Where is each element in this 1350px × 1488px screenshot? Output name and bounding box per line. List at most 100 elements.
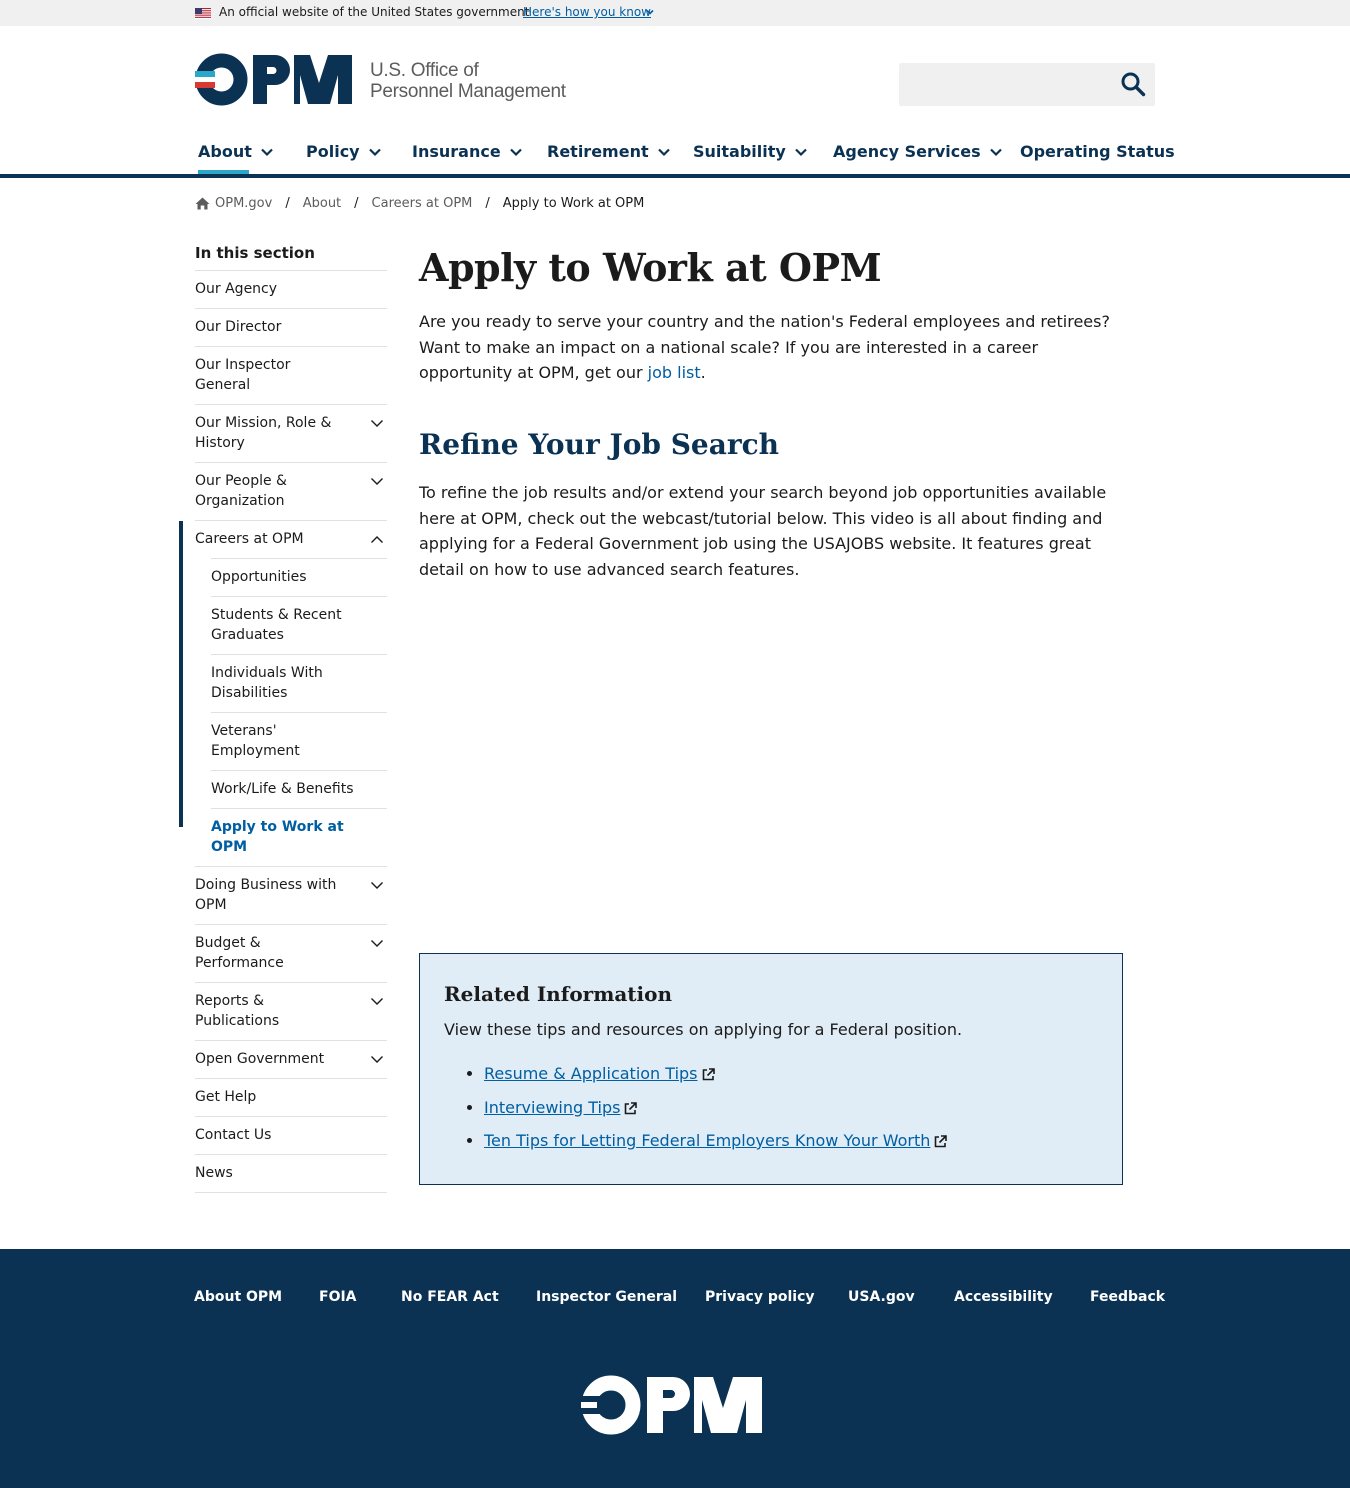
nav-policy[interactable]: Policy [306, 142, 382, 161]
nav-suitability[interactable]: Suitability [693, 142, 808, 161]
intro-paragraph: Are you ready to serve your country and … [419, 309, 1129, 386]
sidebar-subitem-disabilities[interactable]: Individuals With Disabilities [211, 654, 387, 712]
footer-link-no-fear[interactable]: No FEAR Act [401, 1289, 499, 1305]
chevron-down-icon [795, 148, 807, 156]
sidebar-item-contact[interactable]: Contact Us [195, 1116, 387, 1154]
official-site-text: An official website of the United States… [219, 5, 530, 19]
nav-agency-services[interactable]: Agency Services [833, 142, 1003, 161]
chevron-down-icon[interactable] [370, 1055, 384, 1064]
chevron-down-icon[interactable] [370, 939, 384, 948]
sidebar-item-inspector-general[interactable]: Our Inspector General [195, 346, 387, 404]
chevron-up-icon[interactable] [370, 535, 384, 544]
video-embed[interactable] [419, 600, 1123, 930]
search-button[interactable] [1118, 70, 1148, 100]
list-item: Interviewing Tips [484, 1098, 947, 1118]
chevron-down-icon[interactable] [645, 7, 655, 17]
how-you-know-link[interactable]: Here's how you know [523, 5, 651, 19]
sidebar-item-label: Our People & Organization [195, 473, 287, 509]
sidebar-item-people[interactable]: Our People & Organization [195, 462, 387, 520]
sidebar-subitem-students[interactable]: Students & Recent Graduates [211, 596, 387, 654]
footer-link-feedback[interactable]: Feedback [1090, 1289, 1165, 1305]
sidebar-item-news[interactable]: News [195, 1154, 387, 1192]
nav-label: Insurance [412, 142, 501, 161]
us-flag-icon [195, 8, 211, 19]
opm-footer-logo[interactable] [581, 1375, 763, 1435]
chevron-down-icon [657, 148, 670, 156]
external-link-icon [935, 1135, 948, 1148]
sidebar-subitem-apply[interactable]: Apply to Work at OPM [211, 808, 387, 866]
footer-link-accessibility[interactable]: Accessibility [954, 1289, 1053, 1305]
sidebar-item-label: Contact Us [195, 1127, 272, 1143]
sidebar-item-doing-business[interactable]: Doing Business with OPM [195, 866, 387, 924]
intro-text-end: . [700, 363, 706, 383]
chevron-down-icon [368, 148, 381, 156]
nav-label: About [198, 142, 252, 161]
breadcrumb-current: Apply to Work at OPM [502, 196, 645, 211]
sidebar-item-reports[interactable]: Reports & Publications [195, 982, 387, 1040]
sidebar-subitem-opportunities[interactable]: Opportunities [211, 558, 387, 596]
ten-tips-link[interactable]: Ten Tips for Letting Federal Employers K… [484, 1131, 930, 1150]
section-heading: Refine Your Job Search [419, 428, 780, 461]
sidebar-item-label: Reports & Publications [195, 993, 280, 1029]
sidebar-item-careers[interactable]: Careers at OPM [195, 520, 387, 558]
sidebar-item-label: Our Mission, Role & History [195, 415, 332, 451]
sidebar-item-label: Our Director [195, 319, 282, 335]
sidebar-item-label: Students & Recent Graduates [211, 607, 342, 643]
chevron-down-icon [989, 148, 1002, 156]
chevron-down-icon[interactable] [370, 881, 384, 890]
nav-about[interactable]: About [198, 142, 274, 161]
job-list-link[interactable]: job list [648, 363, 701, 382]
footer: About OPM FOIA No FEAR Act Inspector Gen… [0, 1249, 1350, 1488]
intro-text: Are you ready to serve your country and … [419, 312, 1110, 383]
chevron-down-icon[interactable] [370, 997, 384, 1006]
nav-operating-status[interactable]: Operating Status [1020, 142, 1175, 161]
sidebar-item-label: News [195, 1165, 233, 1181]
breadcrumb-separator: / [285, 196, 290, 211]
body-paragraph: To refine the job results and/or extend … [419, 483, 1107, 579]
chevron-down-icon[interactable] [370, 419, 384, 428]
related-title: Related Information [444, 982, 673, 1006]
nav-label: Policy [306, 142, 360, 161]
footer-link-inspector-general[interactable]: Inspector General [536, 1289, 677, 1305]
nav-insurance[interactable]: Insurance [412, 142, 523, 161]
chevron-down-icon [261, 148, 273, 156]
breadcrumb-separator: / [485, 196, 490, 211]
list-item: Resume & Application Tips [484, 1064, 947, 1084]
chevron-down-icon[interactable] [370, 477, 384, 486]
nav-retirement[interactable]: Retirement [547, 142, 671, 161]
nav-label: Operating Status [1020, 142, 1175, 161]
footer-link-privacy[interactable]: Privacy policy [705, 1289, 815, 1305]
footer-link-about[interactable]: About OPM [194, 1289, 282, 1305]
footer-link-usa-gov[interactable]: USA.gov [848, 1289, 915, 1305]
breadcrumb-link-careers[interactable]: Careers at OPM [372, 196, 473, 211]
external-link-icon [625, 1101, 638, 1114]
opm-logo[interactable] [195, 53, 353, 106]
resume-tips-link[interactable]: Resume & Application Tips [484, 1064, 698, 1083]
sidebar-item-label: Apply to Work at OPM [211, 819, 344, 855]
sidebar-item-our-agency[interactable]: Our Agency [195, 270, 387, 308]
logo-line-1: U.S. Office of [370, 60, 479, 81]
sidebar-item-mission[interactable]: Our Mission, Role & History [195, 404, 387, 462]
interviewing-tips-link[interactable]: Interviewing Tips [484, 1098, 620, 1117]
sidebar-subnav-careers: Opportunities Students & Recent Graduate… [179, 521, 387, 866]
sidebar-item-label: Opportunities [211, 569, 307, 585]
sidebar-item-our-director[interactable]: Our Director [195, 308, 387, 346]
sidebar-item-budget[interactable]: Budget & Performance [195, 924, 387, 982]
breadcrumb: OPM.gov / About / Careers at OPM / Apply… [195, 196, 644, 211]
sidebar-item-get-help[interactable]: Get Help [195, 1078, 387, 1116]
footer-link-foia[interactable]: FOIA [319, 1289, 357, 1305]
search-input[interactable] [899, 63, 1155, 106]
sidebar-subitem-veterans[interactable]: Veterans' Employment [211, 712, 387, 770]
sidebar-item-open-government[interactable]: Open Government [195, 1040, 387, 1078]
related-links-list: Resume & Application Tips Interviewing T… [484, 1064, 948, 1165]
nav-label: Agency Services [833, 142, 981, 161]
breadcrumb-link-about[interactable]: About [303, 196, 341, 211]
sidebar-subitem-worklife[interactable]: Work/Life & Benefits [211, 770, 387, 808]
sidebar-item-label: Careers at OPM [195, 531, 304, 547]
breadcrumb-link-home[interactable]: OPM.gov [215, 196, 272, 211]
nav-label: Suitability [693, 142, 786, 161]
list-item: Ten Tips for Letting Federal Employers K… [484, 1131, 948, 1151]
nav-label: Retirement [547, 142, 649, 161]
home-icon [195, 197, 210, 210]
sidebar-item-label: Open Government [195, 1051, 325, 1067]
